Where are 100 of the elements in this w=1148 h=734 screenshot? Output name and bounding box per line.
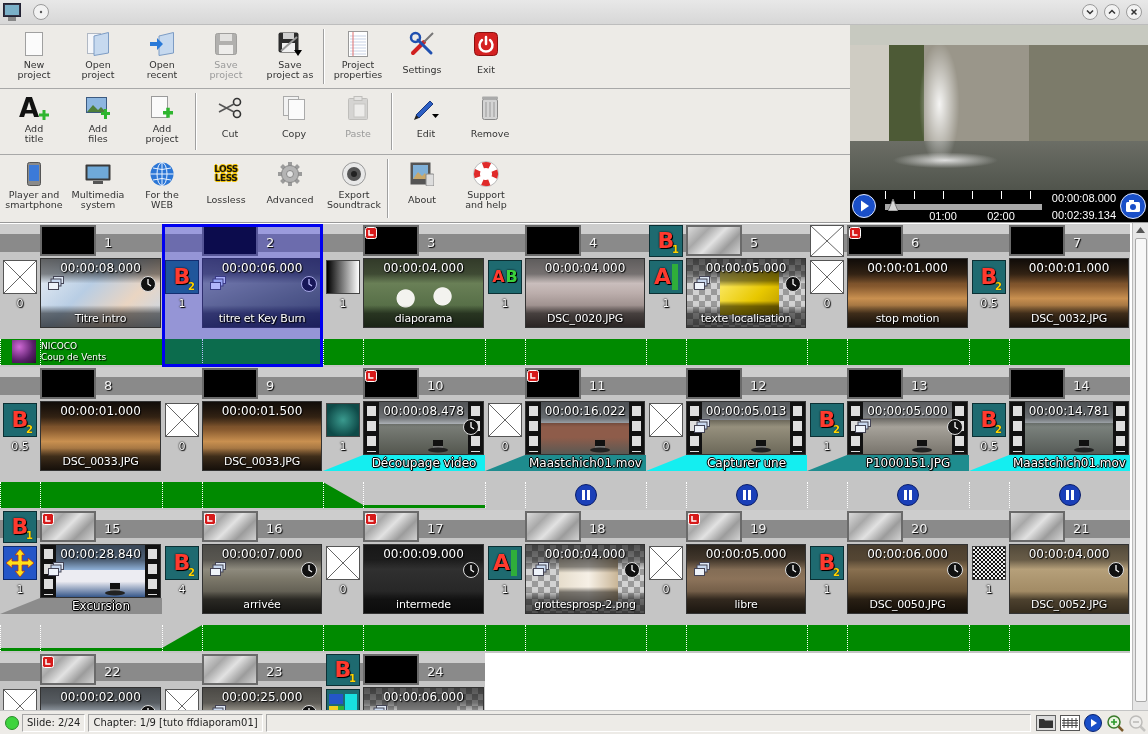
slide-cell[interactable]: 1 0 00:00:08.000 Titre intro NICOCO Coup de Vents [0, 224, 162, 367]
cross-box-icon[interactable] [649, 403, 683, 437]
toolbar-button[interactable]: Settings [390, 25, 454, 88]
slide-duration: 00:00:01.000 [60, 405, 141, 418]
slide-cell[interactable]: 19 0 00:00:05.000 libre [646, 510, 807, 653]
toolbar-button[interactable]: Save project as [258, 25, 322, 88]
slide-thumbnail[interactable]: 00:00:06.000 titre et Key Burn [202, 258, 322, 328]
app-icon[interactable] [3, 3, 21, 21]
toolbar-button[interactable]: Remove [458, 89, 522, 154]
arrows-icon[interactable] [3, 546, 37, 580]
slide-thumbnail[interactable]: 00:00:05.000 texte localisation [686, 258, 806, 328]
close-icon[interactable] [1126, 4, 1142, 20]
scrollbar-thumb[interactable] [1134, 238, 1147, 702]
toolbar-button[interactable]: Export Soundtrack [322, 155, 386, 222]
top-hat-icon [105, 582, 125, 596]
toolbar-button[interactable]: Multimedia system [66, 155, 130, 222]
zoom-in-icon[interactable] [1106, 713, 1124, 732]
slide-number: 24 [427, 663, 444, 681]
slide-thumbnail[interactable]: 00:00:16.022 [525, 401, 645, 455]
slide-thumbnail[interactable]: 00:00:28.840 [40, 544, 161, 598]
slide-thumbnail[interactable]: 00:00:04.000 diaporama [363, 258, 484, 328]
toolbar-button[interactable]: Open recent [130, 25, 194, 88]
tile-index: 2 [188, 282, 195, 292]
tile-index: 1 [672, 245, 679, 255]
minimize-icon[interactable] [1082, 4, 1098, 20]
slide-cell[interactable]: 4 AB 1 00:00:04.000 DSC_0020.JPG [485, 224, 646, 367]
scroll-up-icon[interactable] [1136, 227, 1145, 233]
slide-cell[interactable]: 3 1 00:00:04.000 diaporama [323, 224, 485, 367]
cross-box-icon[interactable] [810, 260, 844, 294]
tile-letter: B [505, 266, 518, 288]
slide-cell[interactable]: 10 1 00:00:08.478 Découpage video [323, 367, 485, 510]
toolbar-button[interactable]: About [390, 155, 454, 222]
play-icon[interactable] [1084, 713, 1102, 732]
grid-icon[interactable] [1060, 714, 1080, 731]
pause-icon[interactable] [897, 484, 919, 506]
slide-number: 7 [1073, 234, 1082, 252]
slide-thumbnail[interactable]: 00:00:04.000 grottesprosp-2.png [525, 544, 645, 614]
blur-swatch-icon[interactable] [326, 403, 360, 437]
slide-thumbnail[interactable]: 00:00:01.000 stop motion [847, 258, 968, 328]
toolbar-button[interactable]: Add project [130, 89, 194, 154]
toolbar-button[interactable]: Cut [198, 89, 262, 154]
speaker-icon [342, 162, 366, 186]
slide-thumbnail[interactable]: 00:00:01.000 DSC_0033.JPG [40, 401, 161, 471]
noise-swatch-icon[interactable] [972, 546, 1006, 580]
slide-thumbnail[interactable]: 00:00:05.000 libre [686, 544, 806, 614]
playback-slider[interactable] [885, 199, 1042, 211]
slide-duration: 00:00:05.000 [705, 548, 787, 561]
cross-box-icon[interactable] [326, 546, 360, 580]
slide-cell[interactable]: 21 1 00:00:04.000 DSC_0052.JPG [969, 510, 1130, 653]
slide-thumbnail[interactable]: 00:00:04.000 DSC_0020.JPG [525, 258, 645, 328]
slide-cell[interactable]: 9 0 00:00:01.500 DSC_0033.JPG [162, 367, 323, 510]
toolbar-button[interactable]: Project properties [326, 25, 390, 88]
slide-cell[interactable]: 18 A 1 00:00:04.000 grottesprosp-2.png [485, 510, 646, 653]
maximize-icon[interactable] [1104, 4, 1120, 20]
slide-thumbnail[interactable]: 00:00:05.000 [847, 401, 968, 455]
slide-thumbnail[interactable]: 00:00:08.000 Titre intro [40, 258, 161, 328]
toolbar-button[interactable]: Open project [66, 25, 130, 88]
cross-box-icon[interactable] [165, 403, 199, 437]
toolbar-button[interactable]: Edit [394, 89, 458, 154]
toolbar-button[interactable]: Exit [454, 25, 518, 88]
slide-thumbnail[interactable]: 00:00:04.000 DSC_0052.JPG [1009, 544, 1129, 614]
slide-thumbnail[interactable]: 00:00:14.781 [1009, 401, 1129, 455]
slide-thumbnail[interactable]: 00:00:05.013 [686, 401, 806, 455]
toolbar-button[interactable]: New project [2, 25, 66, 88]
folder-icon[interactable] [1036, 714, 1056, 731]
camera-icon[interactable] [1120, 193, 1146, 219]
slider-thumb[interactable] [887, 199, 898, 211]
slide-thumbnail[interactable]: 00:00:09.000 intermede [363, 544, 484, 614]
toolbar-button[interactable]: Add files [66, 89, 130, 154]
toolbar-button[interactable]: LOSS LESS Lossless [194, 155, 258, 222]
toolbar-button[interactable]: Copy [262, 89, 326, 154]
slide-name: texte localisation [700, 312, 792, 326]
cross-box-icon[interactable] [3, 260, 37, 294]
slide-cell[interactable]: 12 0 00:00:05.013 Capturer une [646, 367, 807, 510]
toolbar-button[interactable]: For the WEB [130, 155, 194, 222]
transition-duration: 1 [823, 441, 831, 453]
cross-box-icon[interactable] [649, 546, 683, 580]
gradient-swatch-icon[interactable] [326, 260, 360, 294]
scrollbar[interactable] [1132, 223, 1148, 710]
toolbar-button[interactable]: Support and help [454, 155, 518, 222]
slide-cell[interactable]: 6 0 00:00:01.000 stop motion [807, 224, 969, 367]
pause-icon[interactable] [575, 484, 597, 506]
toolbar-button[interactable]: Player and smartphone [2, 155, 66, 222]
pause-icon[interactable] [736, 484, 758, 506]
cross-box-icon[interactable] [488, 403, 522, 437]
toolbar-button[interactable]: A Add title [2, 89, 66, 154]
toolbar-button[interactable]: Advanced [258, 155, 322, 222]
slide-cell[interactable]: 22 00:00:02.000 [0, 653, 162, 710]
slide-cell[interactable]: 23 00:00:25.000 [162, 653, 323, 710]
pause-icon[interactable] [1059, 484, 1081, 506]
slide-cell[interactable]: 11 0 00:00:16.022 Maastchich01.mov [485, 367, 646, 510]
slide-cell[interactable]: 17 0 00:00:09.000 intermede [323, 510, 485, 653]
slide-thumbnail[interactable]: 00:00:08.478 [363, 401, 484, 455]
cross-box-icon[interactable] [810, 225, 844, 257]
slide-thumbnail[interactable]: 00:00:07.000 arrivée [202, 544, 322, 614]
slide-thumbnail[interactable]: 00:00:01.500 DSC_0033.JPG [202, 401, 322, 471]
slide-thumbnail[interactable]: 00:00:01.000 DSC_0032.JPG [1009, 258, 1129, 328]
music-artist: NICOCO [41, 340, 79, 352]
slide-thumbnail[interactable]: 00:00:06.000 DSC_0050.JPG [847, 544, 968, 614]
title-glyph: A [18, 95, 40, 121]
